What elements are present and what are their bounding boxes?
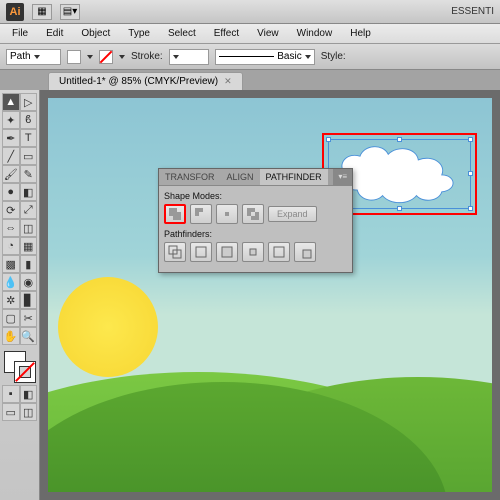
stroke-swatch[interactable] (99, 50, 113, 64)
artboard-tool[interactable]: ▢ (2, 309, 20, 327)
type-tool[interactable]: T (20, 129, 38, 147)
expand-button[interactable]: Expand (268, 206, 317, 222)
selection-handle[interactable] (468, 206, 473, 211)
workspace-name[interactable]: ESSENTI (451, 6, 494, 17)
panel-tabs: TRANSFOR ALIGN PATHFINDER ▾≡ (159, 169, 352, 186)
selection-handle[interactable] (397, 206, 402, 211)
canvas-area[interactable]: TRANSFOR ALIGN PATHFINDER ▾≡ Shape Modes… (40, 90, 500, 500)
minus-back-button[interactable] (294, 242, 316, 262)
menu-select[interactable]: Select (160, 26, 204, 41)
selection-handle[interactable] (326, 137, 331, 142)
lasso-tool[interactable]: ϐ (20, 111, 38, 129)
intersect-button[interactable] (216, 204, 238, 224)
style-label: Style: (321, 51, 346, 62)
control-bar: Path Stroke: Basic Style: (0, 44, 500, 70)
exclude-button[interactable] (242, 204, 264, 224)
shape-modes-label: Shape Modes: (164, 191, 347, 201)
menu-file[interactable]: File (4, 26, 36, 41)
eraser-tool[interactable]: ◧ (20, 183, 38, 201)
direct-selection-tool[interactable]: ▷ (20, 93, 38, 111)
close-icon[interactable]: ✕ (224, 76, 232, 87)
crop-button[interactable] (242, 242, 264, 262)
selection-handle[interactable] (468, 171, 473, 176)
panel-menu-icon[interactable]: ▾≡ (333, 169, 352, 185)
minus-front-button[interactable] (190, 204, 212, 224)
sun-shape[interactable] (58, 277, 158, 377)
stroke-label: Stroke: (131, 51, 163, 62)
menu-help[interactable]: Help (342, 26, 379, 41)
unite-button[interactable] (164, 204, 186, 224)
menubar: File Edit Object Type Select Effect View… (0, 24, 500, 44)
color-mode[interactable]: ▪ (2, 385, 20, 403)
draw-mode[interactable]: ◫ (20, 403, 38, 421)
pen-tool[interactable]: ✒ (2, 129, 20, 147)
document-tabs: Untitled-1* @ 85% (CMYK/Preview) ✕ (0, 70, 500, 90)
app-logo: Ai (6, 3, 24, 21)
fill-swatch[interactable] (67, 50, 81, 64)
hand-tool[interactable]: ✋ (2, 327, 20, 345)
divide-button[interactable] (164, 242, 186, 262)
rectangle-tool[interactable]: ▭ (20, 147, 38, 165)
fill-stroke-control[interactable] (2, 349, 37, 383)
selection-tool[interactable]: ▲ (2, 93, 20, 111)
pathfinder-panel[interactable]: TRANSFOR ALIGN PATHFINDER ▾≡ Shape Modes… (158, 168, 353, 273)
slice-tool[interactable]: ✂ (20, 309, 38, 327)
chevron-down-icon (305, 55, 311, 59)
pathfinders-label: Pathfinders: (164, 229, 347, 239)
perspective-tool[interactable]: ▦ (20, 237, 38, 255)
chevron-down-icon[interactable] (87, 55, 93, 59)
gradient-tool[interactable]: ▮ (20, 255, 38, 273)
selection-handle[interactable] (468, 137, 473, 142)
tab-pathfinder[interactable]: PATHFINDER (260, 169, 328, 185)
scale-tool[interactable]: ⤢ (20, 201, 38, 219)
toolbox: ▲▷ ✦ϐ ✒T ╱▭ 🖌✎ ●◧ ⟳⤢ ⇔◫ ◔▦ ▩▮ 💧◉ ✲▊ ▢✂ ✋… (0, 90, 40, 500)
chevron-down-icon[interactable] (119, 55, 125, 59)
line-icon (219, 56, 275, 57)
free-transform-tool[interactable]: ◫ (20, 219, 38, 237)
width-tool[interactable]: ⇔ (2, 219, 20, 237)
bridge-icon[interactable]: ▦ (32, 4, 52, 20)
menu-object[interactable]: Object (73, 26, 118, 41)
stroke-weight[interactable] (169, 49, 209, 65)
artboard[interactable]: TRANSFOR ALIGN PATHFINDER ▾≡ Shape Modes… (48, 98, 492, 492)
trim-button[interactable] (190, 242, 212, 262)
stroke-color[interactable] (14, 361, 36, 383)
chevron-down-icon (173, 55, 179, 59)
menu-view[interactable]: View (249, 26, 287, 41)
magic-wand-tool[interactable]: ✦ (2, 111, 20, 129)
mesh-tool[interactable]: ▩ (2, 255, 20, 273)
tab-title: Untitled-1* @ 85% (CMYK/Preview) (59, 76, 218, 87)
blend-tool[interactable]: ◉ (20, 273, 38, 291)
screen-mode[interactable]: ▭ (2, 403, 20, 421)
outline-button[interactable] (268, 242, 290, 262)
brush-select[interactable]: Basic (215, 49, 315, 65)
menu-window[interactable]: Window (289, 26, 341, 41)
rotate-tool[interactable]: ⟳ (2, 201, 20, 219)
merge-button[interactable] (216, 242, 238, 262)
chevron-down-icon (34, 55, 40, 59)
graph-tool[interactable]: ▊ (20, 291, 38, 309)
menu-type[interactable]: Type (120, 26, 158, 41)
zoom-tool[interactable]: 🔍 (20, 327, 38, 345)
pencil-tool[interactable]: ✎ (20, 165, 38, 183)
line-tool[interactable]: ╱ (2, 147, 20, 165)
arrange-icon[interactable]: ▤▾ (60, 4, 80, 20)
shape-builder-tool[interactable]: ◔ (2, 237, 20, 255)
tab-transform[interactable]: TRANSFOR (159, 169, 221, 185)
titlebar: Ai ▦ ▤▾ ESSENTI (0, 0, 500, 24)
menu-edit[interactable]: Edit (38, 26, 71, 41)
tab-align[interactable]: ALIGN (221, 169, 260, 185)
gradient-mode[interactable]: ◧ (20, 385, 38, 403)
symbol-sprayer-tool[interactable]: ✲ (2, 291, 20, 309)
eyedropper-tool[interactable]: 💧 (2, 273, 20, 291)
selection-handle[interactable] (397, 137, 402, 142)
blob-brush-tool[interactable]: ● (2, 183, 20, 201)
paintbrush-tool[interactable]: 🖌 (2, 165, 20, 183)
menu-effect[interactable]: Effect (206, 26, 247, 41)
selection-mode[interactable]: Path (6, 49, 61, 65)
document-tab[interactable]: Untitled-1* @ 85% (CMYK/Preview) ✕ (48, 72, 243, 90)
